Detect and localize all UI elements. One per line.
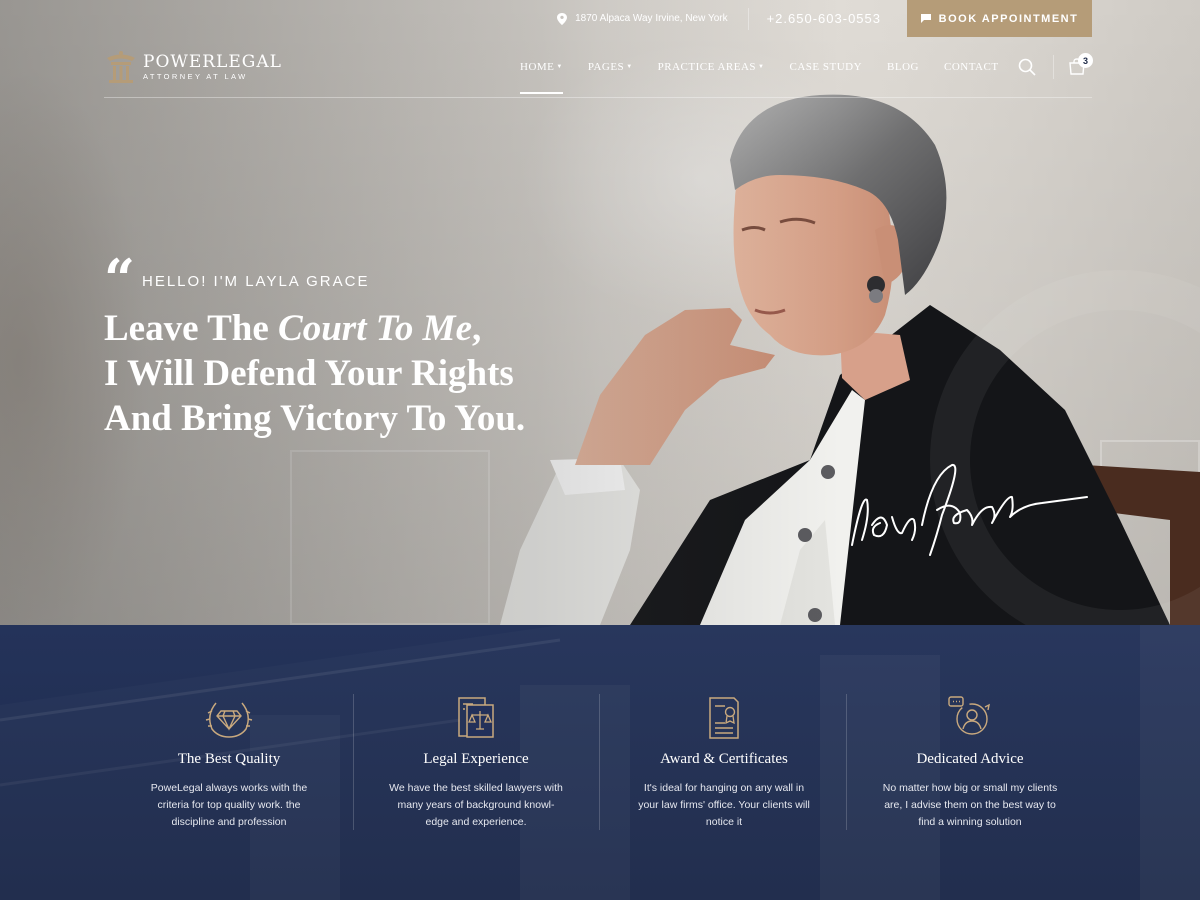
hero-intro: HELLO! I'M LAYLA GRACE [142,273,370,290]
headline-line1-end: , [472,308,482,349]
desc-line: find a winning solution [918,816,1022,828]
brand-name: POWERLEGAL [143,52,282,72]
quote-icon: “ [104,247,136,311]
pillar-logo-icon [107,51,135,83]
nav-item-blog[interactable]: BLOG [887,61,919,73]
feature-divider [846,694,847,830]
feature-title: The Best Quality [177,751,281,767]
headline-line1-emphasis: Court To Me [278,308,473,349]
nav-label: PRACTICE AREAS [657,61,757,73]
nav-item-contact[interactable]: CONTACT [944,61,999,73]
nav-item-home[interactable]: HOME ▼ [520,61,563,94]
desc-line: No matter how big or small my clients [882,782,1058,794]
feature-best-quality: The Best Quality PoweLegal always works … [114,695,344,831]
feature-title: Award & Certificates [660,751,788,767]
feature-divider [353,694,354,830]
desc-line: notice it [705,816,743,828]
desc-line: It's ideal for hanging on any wall in [643,782,805,794]
header-divider [104,97,1092,98]
top-bar: 1870 Alpaca Way Irvine, New York +2.650-… [557,0,1092,37]
brand-logo[interactable]: POWERLEGAL ATTORNEY AT LAW [104,49,282,85]
feature-title: Dedicated Advice [916,751,1024,767]
address-text: 1870 Alpaca Way Irvine, New York [575,13,728,24]
headline-line2: I Will Defend Your Rights [104,353,514,394]
search-icon[interactable] [1018,58,1036,76]
feature-description: PoweLegal always works with the criteria… [114,780,344,831]
desc-line: We have the best skilled lawyers with [389,782,563,794]
nav-item-practice-areas[interactable]: PRACTICE AREAS ▼ [658,61,765,73]
advisor-chat-icon [948,696,990,735]
legal-document-icon [458,697,494,738]
book-appointment-button[interactable]: BOOK APPOINTMENT [907,0,1092,37]
hero-section: 1870 Alpaca Way Irvine, New York +2.650-… [0,0,1200,625]
nav-label: CONTACT [943,61,999,73]
caret-down-icon: ▼ [758,64,765,70]
brand-tagline: ATTORNEY AT LAW [143,72,248,81]
main-nav: HOME ▼ PAGES ▼ PRACTICE AREAS ▼ CASE STUDY … [520,61,1024,94]
feature-description: It's ideal for hanging on any wall in yo… [609,780,839,831]
laurel-diamond-icon [205,702,253,738]
nav-label: BLOG [887,61,919,73]
features-section: The Best Quality PoweLegal always works … [0,625,1200,900]
desc-line: edge and experience. [425,816,527,828]
headline-line1-start: Leave The [104,308,279,349]
feature-award-certificates: Award & Certificates It's ideal for hang… [609,695,839,831]
book-appointment-label: BOOK APPOINTMENT [938,12,1079,25]
hero-headline: Leave The Court To Me, I Will Defend You… [104,306,525,441]
signature-graphic [851,464,1088,556]
desc-line: PoweLegal always works with the [150,782,308,794]
feature-description: We have the best skilled lawyers with ma… [361,780,591,831]
caret-down-icon: ▼ [556,64,563,70]
desc-line: are, I advise them on the best way to [884,799,1056,811]
feature-dedicated-advice: Dedicated Advice No matter how big or sm… [855,695,1085,831]
chat-icon [920,14,931,23]
desc-line: criteria for top quality work. the [157,799,301,811]
location-pin-icon [557,12,568,25]
feature-divider [599,694,600,830]
nav-item-case-study[interactable]: CASE STUDY [789,61,862,73]
nav-label: PAGES [587,61,625,73]
feature-legal-experience: Legal Experience We have the best skille… [361,695,591,831]
nav-label: CASE STUDY [789,61,863,73]
nav-label: HOME [520,61,555,73]
nav-divider [1053,55,1054,79]
phone-number[interactable]: +2.650-603-0553 [749,11,907,26]
caret-down-icon: ▼ [626,64,633,70]
desc-line: many years of background knowl- [397,799,555,811]
feature-description: No matter how big or small my clients ar… [855,780,1085,831]
certificate-icon [709,697,739,739]
desc-line: discipline and profession [171,816,287,828]
nav-item-pages[interactable]: PAGES ▼ [588,61,633,73]
address-info: 1870 Alpaca Way Irvine, New York [557,7,749,30]
cart-count-badge: 3 [1078,53,1093,68]
feature-title: Legal Experience [423,751,529,767]
headline-line3: And Bring Victory To You. [104,398,526,439]
desc-line: your law firms' office. Your clients wil… [638,799,810,811]
